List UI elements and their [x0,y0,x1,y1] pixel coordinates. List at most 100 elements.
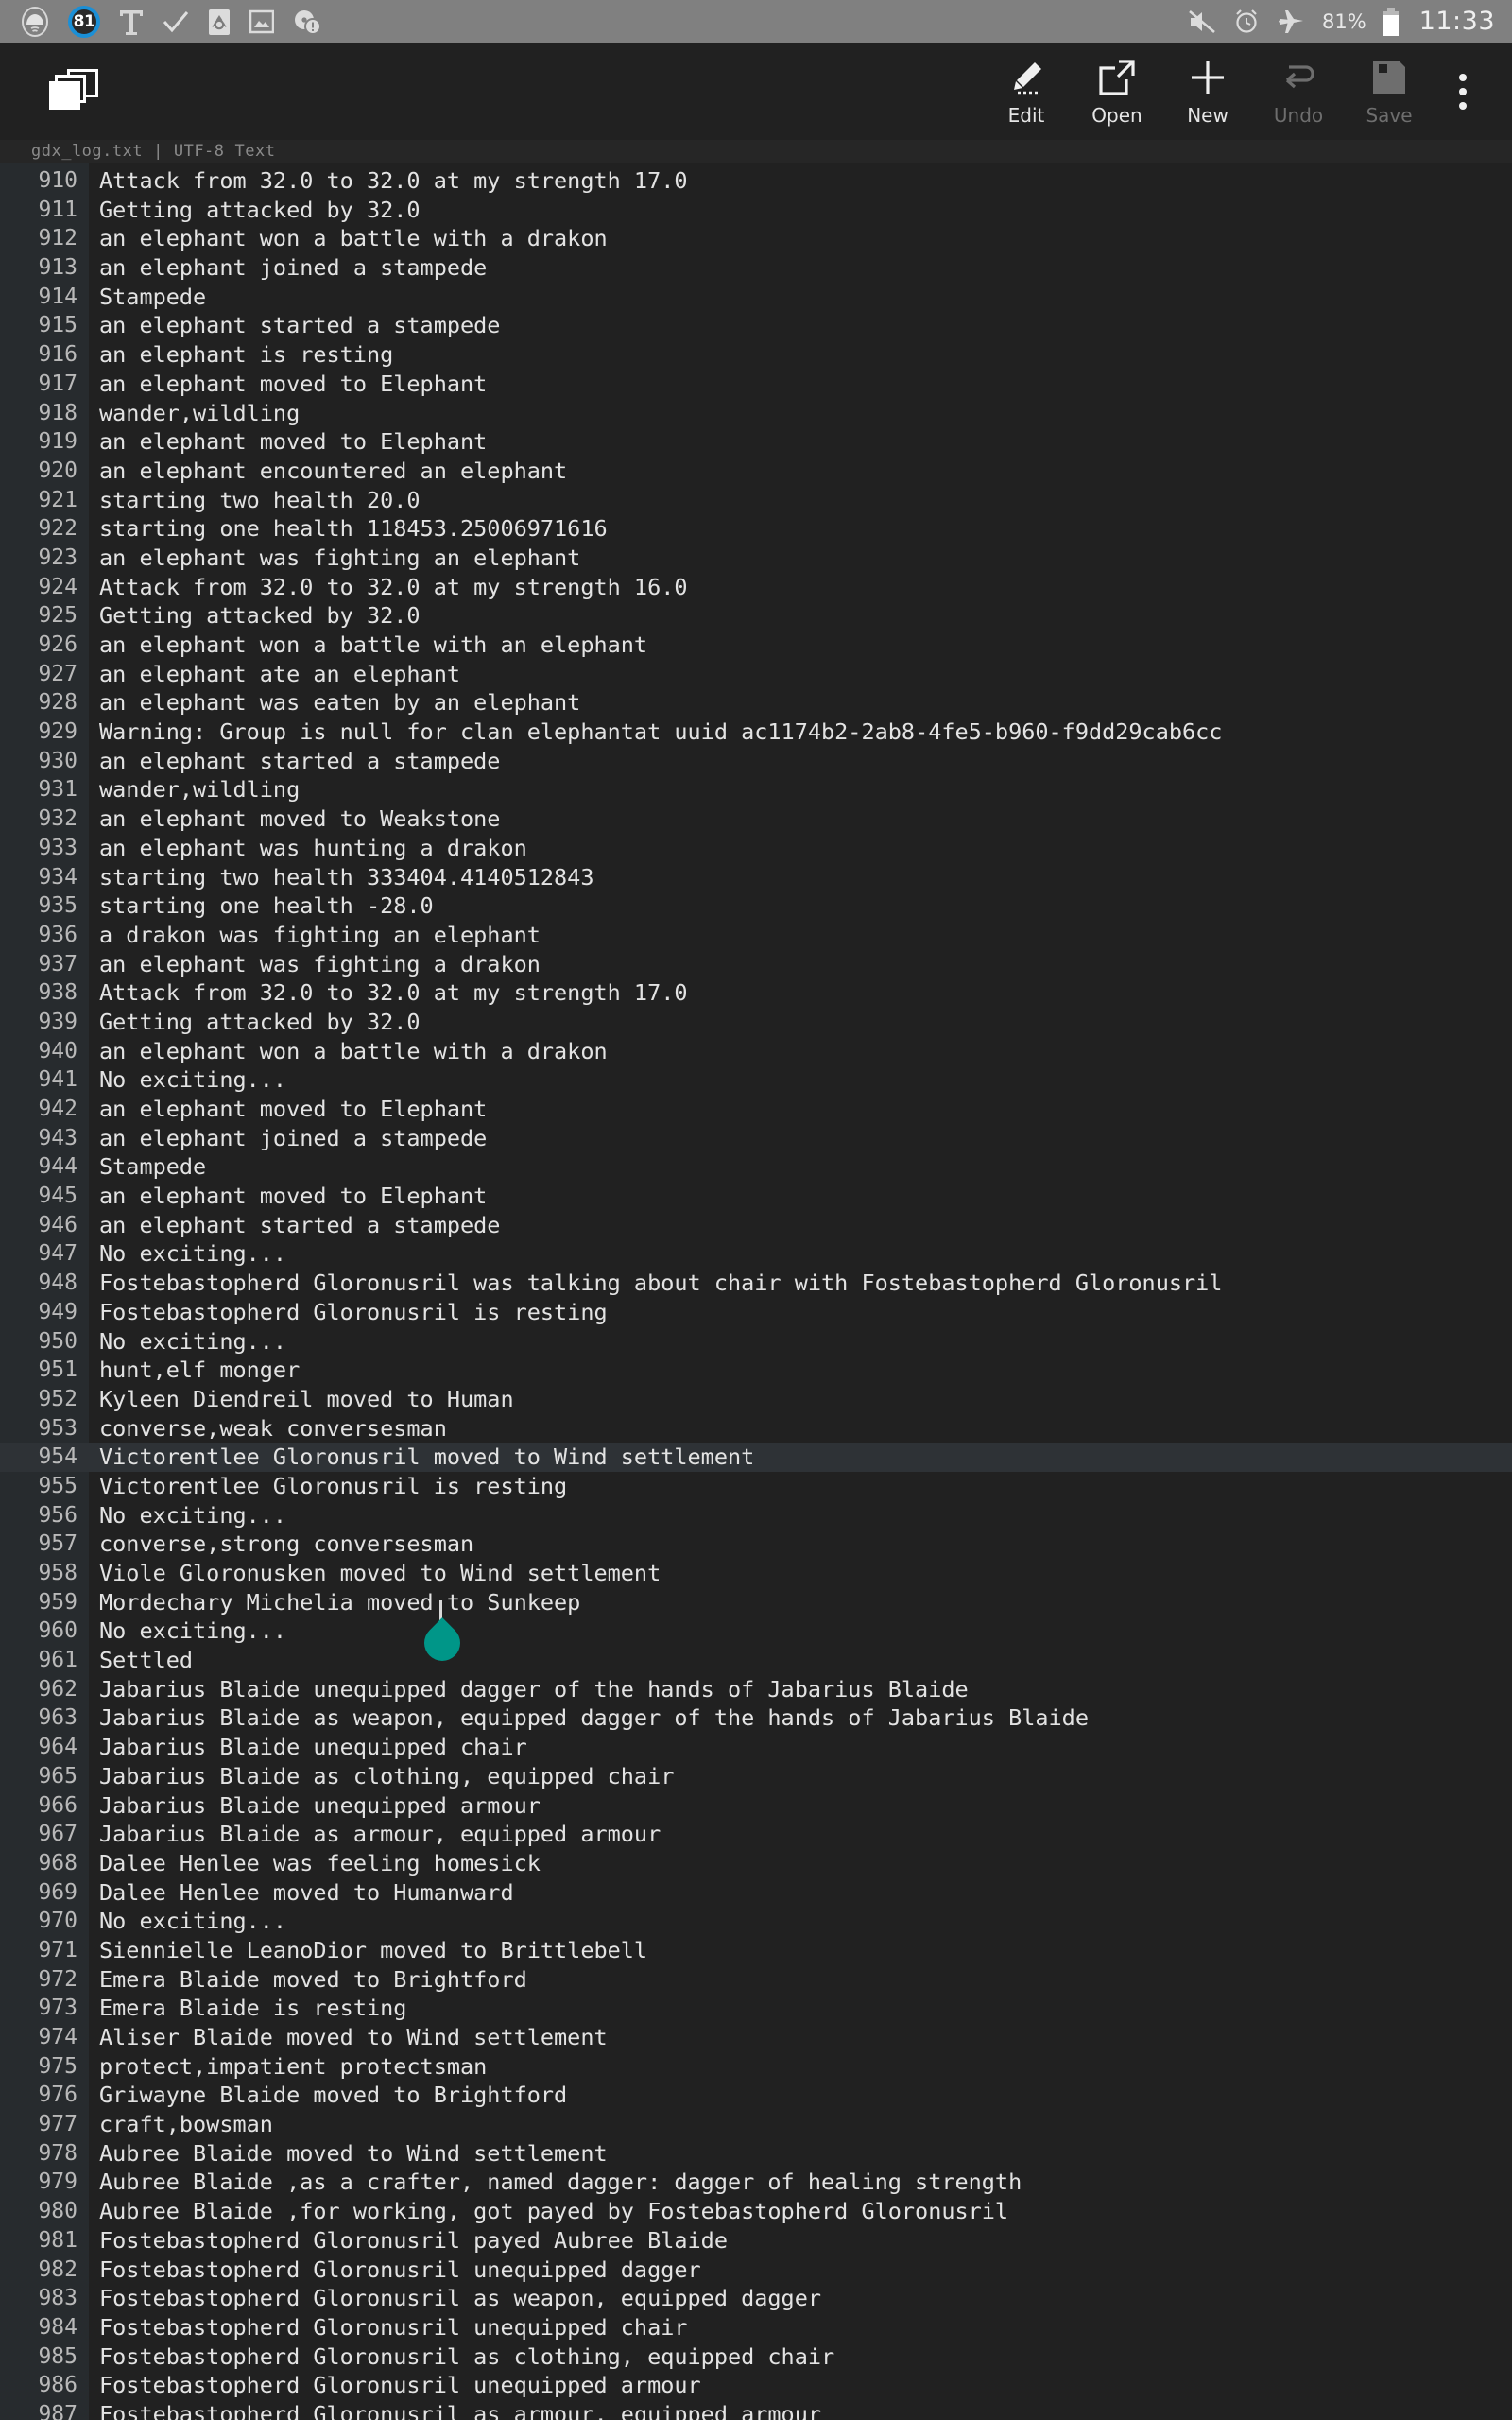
editor-line[interactable]: 930 an elephant started a stampede [0,747,1512,776]
editor-line[interactable]: 947 No exciting... [0,1239,1512,1269]
editor-line[interactable]: 982 Fostebastopherd Gloronusril unequippe… [0,2256,1512,2285]
editor-line[interactable]: 987 Fostebastopherd Gloronusril as armour… [0,2400,1512,2420]
editor-line[interactable]: 952 Kyleen Diendreil moved to Human [0,1385,1512,1414]
editor-line[interactable]: 929 Warning: Group is null for clan eleph… [0,717,1512,747]
overflow-menu-icon[interactable] [1435,46,1491,137]
editor-line[interactable]: 940 an elephant won a battle with a drako… [0,1037,1512,1066]
editor-line[interactable]: 956 No exciting... [0,1501,1512,1530]
editor-line[interactable]: 977 craft,bowsman [0,2110,1512,2139]
editor-line[interactable]: 972 Emera Blaide moved to Brightford [0,1965,1512,1995]
open-button[interactable]: Open [1072,46,1162,137]
editor-line[interactable]: 981 Fostebastopherd Gloronusril payed Aub… [0,2226,1512,2256]
line-text: an elephant was eaten by an elephant [99,689,581,717]
editor-line[interactable]: 965 Jabarius Blaide as clothing, equipped… [0,1762,1512,1791]
editor-line[interactable]: 933 an elephant was hunting a drakon [0,834,1512,863]
editor-line[interactable]: 944 Stampede [0,1152,1512,1182]
editor-line[interactable]: 931 wander,wildling [0,775,1512,804]
editor-line[interactable]: 948 Fostebastopherd Gloronusril was talki… [0,1269,1512,1298]
editor-line[interactable]: 961 Settled [0,1646,1512,1675]
editor-line[interactable]: 914 Stampede [0,283,1512,312]
editor-line[interactable]: 979 Aubree Blaide ,as a crafter, named da… [0,2168,1512,2197]
editor-line[interactable]: 938 Attack from 32.0 to 32.0 at my streng… [0,978,1512,1008]
editor-line[interactable]: 919 an elephant moved to Elephant [0,427,1512,457]
editor-line[interactable]: 926 an elephant won a battle with an elep… [0,631,1512,660]
line-text: Stampede [99,283,207,310]
editor-line[interactable]: 975 protect,impatient protectsman [0,2052,1512,2082]
editor-line[interactable]: 969 Dalee Henlee moved to Humanward [0,1878,1512,1908]
editor-line[interactable]: 915 an elephant started a stampede [0,311,1512,340]
editor-line[interactable]: 918 wander,wildling [0,399,1512,428]
editor-line[interactable]: 966 Jabarius Blaide unequipped armour [0,1791,1512,1821]
editor-line[interactable]: 960 No exciting... [0,1616,1512,1646]
line-number: 960 [38,1618,77,1644]
editor-line[interactable]: 934 starting two health 333404.4140512843 [0,863,1512,892]
editor-line[interactable]: 980 Aubree Blaide ,for working, got payed… [0,2197,1512,2226]
editor-line[interactable]: 935 starting one health -28.0 [0,891,1512,921]
editor-line[interactable]: 957 converse,strong conversesman [0,1530,1512,1559]
editor-line[interactable]: 910 Attack from 32.0 to 32.0 at my streng… [0,166,1512,196]
editor-line[interactable]: 923 an elephant was fighting an elephant [0,544,1512,573]
line-text: Jabarius Blaide as armour, equipped armo… [99,1821,662,1848]
editor-line[interactable]: 911 Getting attacked by 32.0 [0,196,1512,225]
editor-line[interactable]: 942 an elephant moved to Elephant [0,1095,1512,1124]
editor-line[interactable]: 967 Jabarius Blaide as armour, equipped a… [0,1820,1512,1849]
new-button[interactable]: New [1162,46,1253,137]
editor-line[interactable]: 962 Jabarius Blaide unequipped dagger of … [0,1675,1512,1704]
editor-line[interactable]: 968 Dalee Henlee was feeling homesick [0,1849,1512,1878]
line-text: hunt,elf monger [99,1357,301,1384]
editor-line[interactable]: 945 an elephant moved to Elephant [0,1182,1512,1211]
editor-line[interactable]: 939 Getting attacked by 32.0 [0,1008,1512,1037]
editor-line[interactable]: 953 converse,weak conversesman [0,1414,1512,1443]
editor-line[interactable]: 941 No exciting... [0,1065,1512,1095]
open-button-label: Open [1091,104,1143,127]
editor-line[interactable]: 974 Aliser Blaide moved to Wind settlemen… [0,2023,1512,2052]
battery-icon [1383,7,1399,36]
editor-line[interactable]: 936 a drakon was fighting an elephant [0,921,1512,950]
editor-line[interactable]: 916 an elephant is resting [0,340,1512,370]
editor-line[interactable]: 950 No exciting... [0,1327,1512,1357]
editor-lines[interactable]: 910 Attack from 32.0 to 32.0 at my streng… [0,163,1512,2420]
editor-line[interactable]: 986 Fostebastopherd Gloronusril unequippe… [0,2371,1512,2400]
editor-line[interactable]: 976 Griwayne Blaide moved to Brightford [0,2081,1512,2110]
editor-line[interactable]: 964 Jabarius Blaide unequipped chair [0,1733,1512,1762]
line-text: Aubree Blaide ,as a crafter, named dagge… [99,2169,1022,2196]
editor-line[interactable]: 943 an elephant joined a stampede [0,1124,1512,1153]
editor-line[interactable]: 925 Getting attacked by 32.0 [0,601,1512,631]
editor-line[interactable]: 924 Attack from 32.0 to 32.0 at my streng… [0,573,1512,602]
editor-line[interactable]: 927 an elephant ate an elephant [0,660,1512,689]
save-button[interactable]: Save [1344,46,1435,137]
edit-button[interactable]: Edit [981,46,1072,137]
editor-line[interactable]: 954 Victorentlee Gloronusril moved to Win… [0,1443,1512,1472]
editor-line[interactable]: 984 Fostebastopherd Gloronusril unequippe… [0,2313,1512,2342]
editor-line[interactable]: 949 Fostebastopherd Gloronusril is restin… [0,1298,1512,1327]
line-number: 937 [38,951,77,977]
editor-line[interactable]: 951 hunt,elf monger [0,1356,1512,1385]
editor-line[interactable]: 913 an elephant joined a stampede [0,253,1512,283]
editor-line[interactable]: 921 starting two health 20.0 [0,486,1512,515]
editor-line[interactable]: 928 an elephant was eaten by an elephant [0,688,1512,717]
editor-line[interactable]: 922 starting one health 118453.2500697161… [0,514,1512,544]
editor-line[interactable]: 971 Siennielle LeanoDior moved to Brittle… [0,1936,1512,1965]
documents-icon[interactable] [49,68,98,114]
editor-line[interactable]: 983 Fostebastopherd Gloronusril as weapon… [0,2284,1512,2313]
battery-percent-badge-icon: 81 [68,5,100,38]
editor-line[interactable]: 958 Viole Gloronusken moved to Wind settl… [0,1559,1512,1588]
editor-line[interactable]: 932 an elephant moved to Weakstone [0,804,1512,834]
editor-line[interactable]: 963 Jabarius Blaide as weapon, equipped d… [0,1703,1512,1733]
undo-button[interactable]: Undo [1253,46,1344,137]
line-number: 942 [38,1097,77,1121]
editor-line[interactable]: 959 Mordechary Michelia moved to Sunkeep [0,1588,1512,1617]
editor-line[interactable]: 920 an elephant encountered an elephant [0,457,1512,486]
editor-line[interactable]: 985 Fostebastopherd Gloronusril as clothi… [0,2342,1512,2372]
editor-line[interactable]: 937 an elephant was fighting a drakon [0,950,1512,979]
cursor-drag-handle[interactable] [417,1617,468,1668]
editor-line[interactable]: 973 Emera Blaide is resting [0,1994,1512,2023]
text-editor-view[interactable]: 910 Attack from 32.0 to 32.0 at my streng… [0,163,1512,2420]
editor-line[interactable]: 955 Victorentlee Gloronusril is resting [0,1472,1512,1501]
editor-line[interactable]: 978 Aubree Blaide moved to Wind settlemen… [0,2139,1512,2169]
editor-line[interactable]: 917 an elephant moved to Elephant [0,370,1512,399]
editor-line[interactable]: 946 an elephant started a stampede [0,1211,1512,1240]
editor-line[interactable]: 970 No exciting... [0,1907,1512,1936]
editor-line[interactable]: 912 an elephant won a battle with a drako… [0,224,1512,253]
line-number: 951 [38,1357,77,1383]
